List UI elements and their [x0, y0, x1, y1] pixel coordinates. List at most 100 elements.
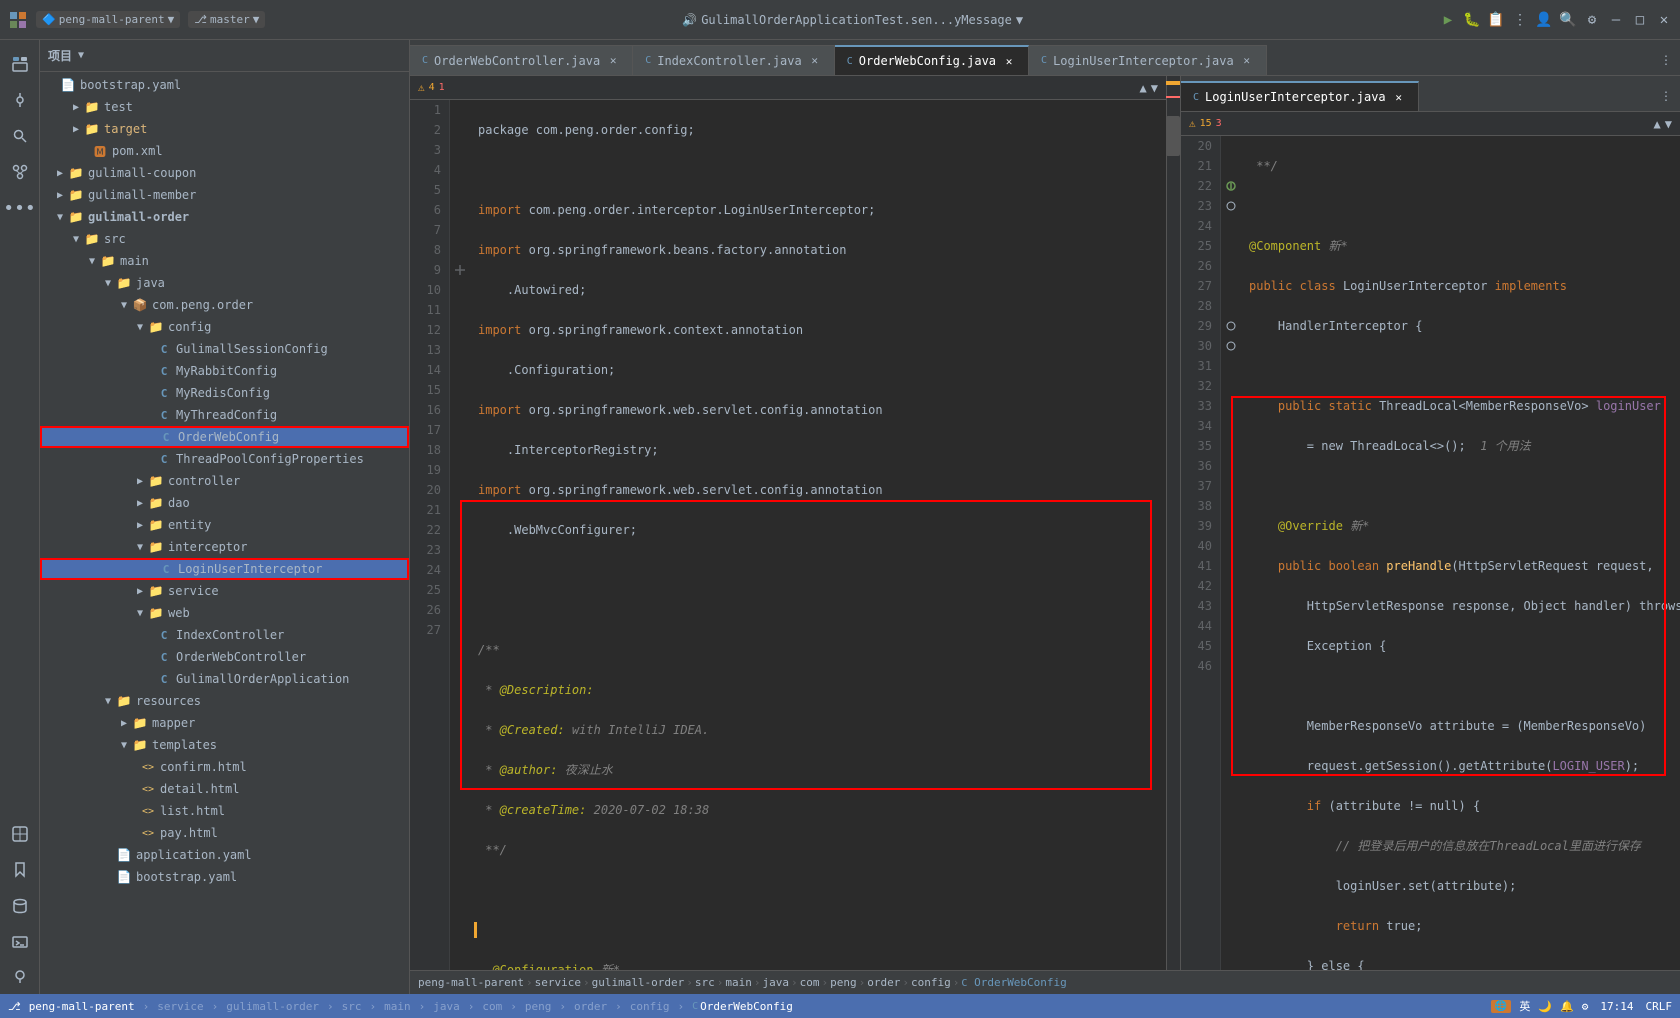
breadcrumb-item[interactable]: peng: [830, 976, 857, 989]
right-tab-more-button[interactable]: ⋮: [1652, 81, 1680, 111]
tree-item-resources[interactable]: ▼ 📁 resources: [40, 690, 409, 712]
tree-item-main-class[interactable]: C GulimallOrderApplication: [40, 668, 409, 690]
tab-more-button[interactable]: ⋮: [1652, 45, 1680, 75]
tree-item-mapper[interactable]: ▶ 📁 mapper: [40, 712, 409, 734]
sidebar-icon-notifications[interactable]: [4, 962, 36, 994]
editor-area: C OrderWebController.java ✕ C IndexContr…: [410, 40, 1680, 994]
breadcrumb-item[interactable]: java: [763, 976, 790, 989]
tree-item-list-html[interactable]: <> list.html: [40, 800, 409, 822]
tab-login-user-interceptor-right[interactable]: C LoginUserInterceptor.java ✕: [1181, 81, 1419, 111]
tree-item-thread-config[interactable]: C MyThreadConfig: [40, 404, 409, 426]
tree-item-bootstrap-yaml[interactable]: 📄 bootstrap.yaml: [40, 866, 409, 888]
sidebar-icon-bookmarks[interactable]: [4, 854, 36, 886]
tree-item-login-user-interceptor[interactable]: C LoginUserInterceptor: [40, 558, 409, 580]
tab-login-user-interceptor[interactable]: C LoginUserInterceptor.java ✕: [1029, 45, 1267, 75]
tree-item-bootstrap-yaml-root[interactable]: 📄 bootstrap.yaml: [40, 74, 409, 96]
breadcrumb-item[interactable]: com: [800, 976, 820, 989]
code-lines-left[interactable]: package com.peng.order.config; import co…: [470, 100, 1166, 970]
tab-close-button[interactable]: ✕: [808, 54, 822, 68]
tab-close-button[interactable]: ✕: [1240, 54, 1254, 68]
right-expand-icon[interactable]: ▲: [1654, 117, 1661, 131]
tree-item-target[interactable]: ▶ 📁 target: [40, 118, 409, 140]
coverage-button[interactable]: 📋: [1488, 12, 1504, 28]
tree-item-web[interactable]: ▼ 📁 web: [40, 602, 409, 624]
search-button[interactable]: 🔍: [1560, 12, 1576, 28]
tree-item-confirm-html[interactable]: <> confirm.html: [40, 756, 409, 778]
folder-icon: 📁: [132, 737, 148, 753]
line-numbers-right: 2021222324 2526272829 3031323334 3536373…: [1181, 136, 1221, 970]
project-name-tag[interactable]: 🔷 peng-mall-parent ▼: [36, 11, 180, 28]
tree-item-pom-xml[interactable]: 🅼 pom.xml: [40, 140, 409, 162]
tree-item-service[interactable]: ▶ 📁 service: [40, 580, 409, 602]
tree-item-order-web-controller[interactable]: C OrderWebController: [40, 646, 409, 668]
tree-item-detail-html[interactable]: <> detail.html: [40, 778, 409, 800]
tree-item-src[interactable]: ▼ 📁 src: [40, 228, 409, 250]
tree-item-java[interactable]: ▼ 📁 java: [40, 272, 409, 294]
maximize-button[interactable]: □: [1632, 12, 1648, 28]
tab-close-button[interactable]: ✕: [1392, 90, 1406, 104]
tree-item-threadpool-config[interactable]: C ThreadPoolConfigProperties: [40, 448, 409, 470]
sidebar-icon-database[interactable]: [4, 890, 36, 922]
breadcrumb-item[interactable]: config: [911, 976, 951, 989]
tab-close-button[interactable]: ✕: [606, 54, 620, 68]
sidebar-icon-search[interactable]: [4, 120, 36, 152]
tab-order-web-config[interactable]: C OrderWebConfig.java ✕: [835, 45, 1029, 75]
tree-item-config[interactable]: ▼ 📁 config: [40, 316, 409, 338]
breadcrumb-item[interactable]: service: [535, 976, 581, 989]
folder-icon: 📁: [148, 583, 164, 599]
tree-item-member[interactable]: ▶ 📁 gulimall-member: [40, 184, 409, 206]
sidebar-icon-commits[interactable]: [4, 84, 36, 116]
settings-button[interactable]: ⚙: [1584, 12, 1600, 28]
debug-button[interactable]: 🐛: [1464, 12, 1480, 28]
code-lines-right[interactable]: **/ @Component 新* public class LoginUser…: [1241, 136, 1680, 970]
breadcrumb-item[interactable]: order: [867, 976, 900, 989]
tree-item-rabbit-config[interactable]: C MyRabbitConfig: [40, 360, 409, 382]
sidebar-icon-terminal[interactable]: [4, 926, 36, 958]
breadcrumb-item-active[interactable]: C OrderWebConfig: [961, 976, 1066, 989]
run-button[interactable]: ▶: [1440, 12, 1456, 28]
breadcrumb-item[interactable]: src: [695, 976, 715, 989]
status-branch[interactable]: peng-mall-parent: [29, 1000, 135, 1013]
expand-icon[interactable]: ▲: [1140, 81, 1147, 95]
tree-content[interactable]: 📄 bootstrap.yaml ▶ 📁 test ▶ 📁 target 🅼 p…: [40, 72, 409, 994]
breadcrumb-item[interactable]: gulimall-order: [592, 976, 685, 989]
tree-item-order[interactable]: ▼ 📁 gulimall-order: [40, 206, 409, 228]
tab-index-controller[interactable]: C IndexController.java ✕: [633, 45, 835, 75]
tree-item-session-config[interactable]: C GulimallSessionConfig: [40, 338, 409, 360]
menu-button[interactable]: ⋮: [1512, 12, 1528, 28]
tree-item-main[interactable]: ▼ 📁 main: [40, 250, 409, 272]
tree-item-interceptor[interactable]: ▼ 📁 interceptor: [40, 536, 409, 558]
sidebar-icon-run[interactable]: [4, 818, 36, 850]
collapse-icon[interactable]: ▼: [1151, 81, 1158, 95]
tab-order-web-controller[interactable]: C OrderWebController.java ✕: [410, 45, 633, 75]
tree-item-coupon[interactable]: ▶ 📁 gulimall-coupon: [40, 162, 409, 184]
tree-item-entity[interactable]: ▶ 📁 entity: [40, 514, 409, 536]
close-button[interactable]: ✕: [1656, 12, 1672, 28]
tree-item-order-web-config[interactable]: C OrderWebConfig: [40, 426, 409, 448]
tree-item-application-yaml[interactable]: 📄 application.yaml: [40, 844, 409, 866]
tree-item-index-controller[interactable]: C IndexController: [40, 624, 409, 646]
profile-button[interactable]: 👤: [1536, 12, 1552, 28]
sidebar-icon-project[interactable]: [4, 48, 36, 80]
folder-icon: 📁: [116, 275, 132, 291]
tree-item-templates[interactable]: ▼ 📁 templates: [40, 734, 409, 756]
tree-item-package[interactable]: ▼ 📦 com.peng.order: [40, 294, 409, 316]
sidebar-icon-more[interactable]: •••: [4, 192, 36, 224]
right-collapse-icon[interactable]: ▼: [1665, 117, 1672, 131]
tree-item-test[interactable]: ▶ 📁 test: [40, 96, 409, 118]
branch-tag[interactable]: ⎇ master ▼: [188, 11, 265, 28]
breadcrumb-item[interactable]: main: [725, 976, 752, 989]
sidebar-icon-git[interactable]: [4, 156, 36, 188]
tree-item-redis-config[interactable]: C MyRedisConfig: [40, 382, 409, 404]
status-src: src: [342, 1000, 362, 1013]
left-scrollbar[interactable]: [1166, 76, 1180, 970]
code-content-right[interactable]: 2021222324 2526272829 3031323334 3536373…: [1181, 136, 1680, 970]
tab-close-button[interactable]: ✕: [1002, 54, 1016, 68]
status-bar-right: 🌐 英 🌙 🔔 ⚙ 17:14 CRLF: [1491, 998, 1672, 1014]
minimize-button[interactable]: —: [1608, 12, 1624, 28]
breadcrumb-item[interactable]: peng-mall-parent: [418, 976, 524, 989]
tree-item-controller[interactable]: ▶ 📁 controller: [40, 470, 409, 492]
tree-item-pay-html[interactable]: <> pay.html: [40, 822, 409, 844]
code-content-left[interactable]: 12345 678910 1112131415 1617181920 21222…: [410, 100, 1166, 970]
tree-item-dao[interactable]: ▶ 📁 dao: [40, 492, 409, 514]
